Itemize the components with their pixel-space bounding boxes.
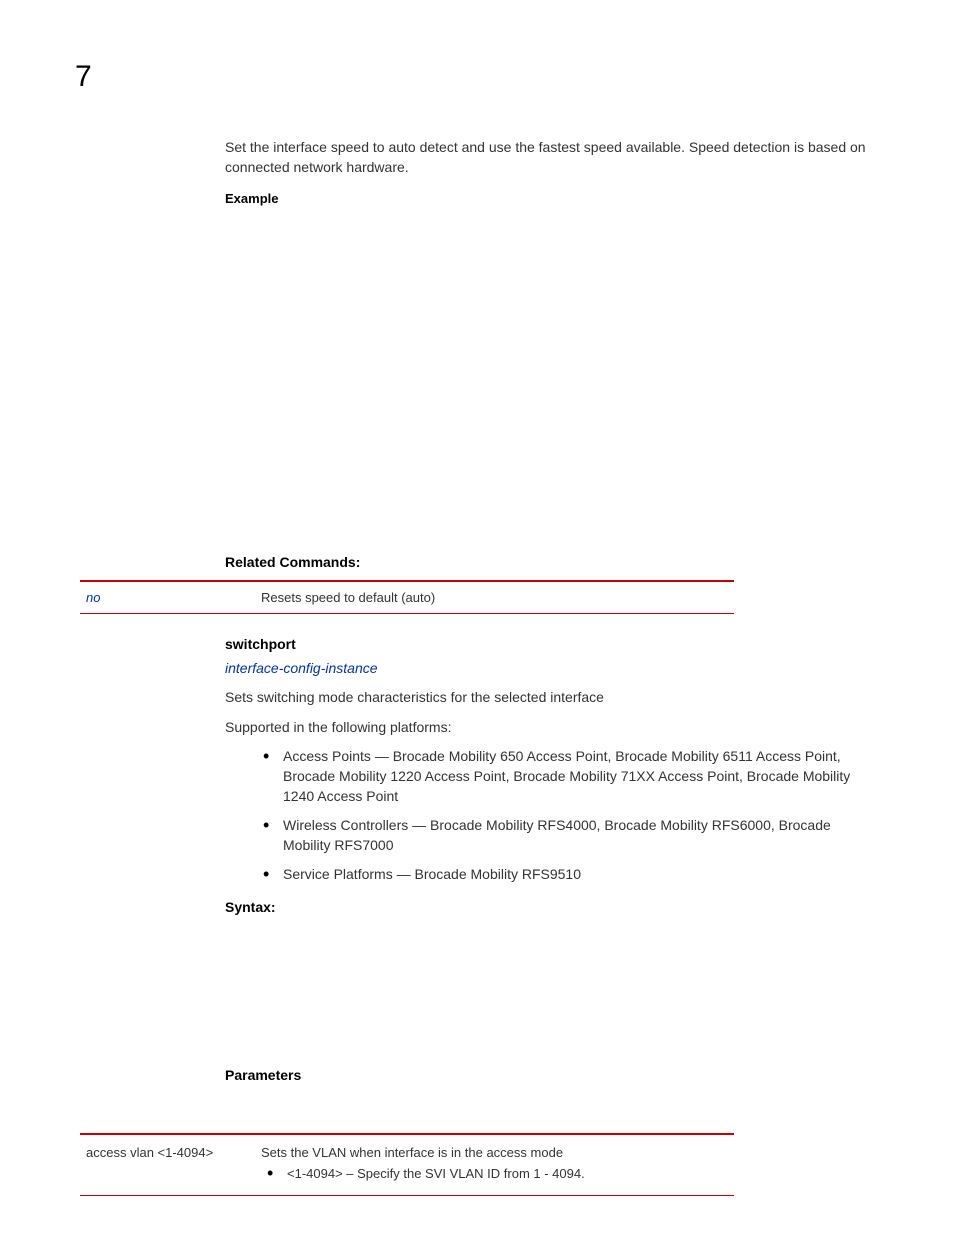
command-name-link[interactable]: no xyxy=(80,581,255,614)
parameter-description-cell: Sets the VLAN when interface is in the a… xyxy=(255,1134,734,1196)
interface-config-link[interactable]: interface-config-instance xyxy=(225,660,879,676)
table-row: access vlan <1-4094> Sets the VLAN when … xyxy=(80,1134,734,1196)
intro-paragraph: Set the interface speed to auto detect a… xyxy=(225,138,879,177)
related-commands-table: no Resets speed to default (auto) xyxy=(80,580,734,614)
parameter-description: Sets the VLAN when interface is in the a… xyxy=(261,1145,563,1160)
page-number: 7 xyxy=(75,60,92,94)
command-description: Resets speed to default (auto) xyxy=(255,581,734,614)
related-commands-heading: Related Commands: xyxy=(225,554,879,570)
list-item: <1-4094> – Specify the SVI VLAN ID from … xyxy=(287,1164,728,1184)
list-item: Service Platforms — Brocade Mobility RFS… xyxy=(283,865,879,885)
parameters-heading: Parameters xyxy=(225,1067,879,1083)
parameter-sub-list: <1-4094> – Specify the SVI VLAN ID from … xyxy=(287,1164,728,1184)
parameter-name: access vlan <1-4094> xyxy=(80,1134,255,1196)
example-heading: Example xyxy=(225,191,879,206)
list-item: Wireless Controllers — Brocade Mobility … xyxy=(283,816,879,855)
syntax-heading: Syntax: xyxy=(225,899,879,915)
switchport-heading: switchport xyxy=(225,636,879,652)
parameters-table: access vlan <1-4094> Sets the VLAN when … xyxy=(80,1133,734,1197)
supported-platforms-text: Supported in the following platforms: xyxy=(225,718,879,738)
switchport-description: Sets switching mode characteristics for … xyxy=(225,688,879,708)
page-content: Set the interface speed to auto detect a… xyxy=(225,138,879,1196)
platforms-list: Access Points — Brocade Mobility 650 Acc… xyxy=(283,747,879,885)
list-item: Access Points — Brocade Mobility 650 Acc… xyxy=(283,747,879,806)
table-row: no Resets speed to default (auto) xyxy=(80,581,734,614)
